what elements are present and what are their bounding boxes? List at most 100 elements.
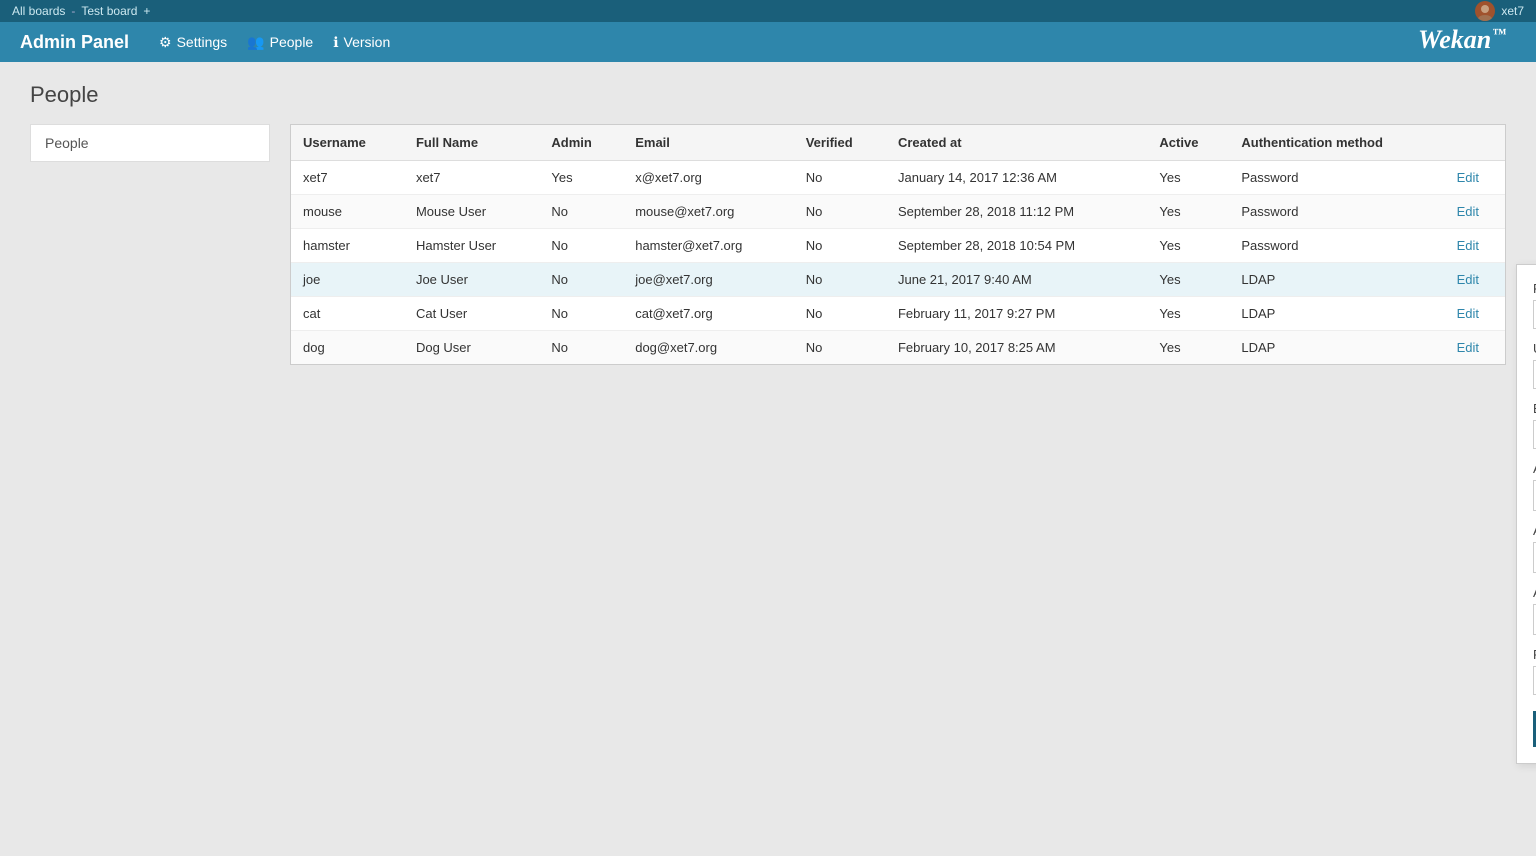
- edit-button[interactable]: Edit: [1457, 170, 1479, 185]
- add-board-icon[interactable]: +: [143, 4, 150, 18]
- nav-version-label: Version: [344, 34, 391, 50]
- table-row: cat Cat User No cat@xet7.org No February…: [291, 297, 1505, 331]
- cell-email: hamster@xet7.org: [623, 229, 794, 263]
- user-area: xet7: [1475, 1, 1524, 21]
- cell-fullname: Mouse User: [404, 195, 539, 229]
- col-created: Created at: [886, 125, 1147, 161]
- cell-auth: LDAP: [1229, 331, 1444, 365]
- cell-edit[interactable]: Edit: [1445, 263, 1505, 297]
- cell-edit[interactable]: Edit: [1445, 229, 1505, 263]
- svg-text:™: ™: [1492, 27, 1506, 42]
- cell-verified: No: [794, 263, 886, 297]
- settings-icon: ⚙: [159, 34, 172, 51]
- cell-created: February 10, 2017 8:25 AM: [886, 331, 1147, 365]
- col-email: Email: [623, 125, 794, 161]
- sidebar-item-people[interactable]: People: [30, 124, 270, 162]
- cell-active: Yes: [1147, 229, 1229, 263]
- cell-active: Yes: [1147, 161, 1229, 195]
- cell-email: dog@xet7.org: [623, 331, 794, 365]
- table-row: dog Dog User No dog@xet7.org No February…: [291, 331, 1505, 365]
- cell-fullname: Joe User: [404, 263, 539, 297]
- col-auth: Authentication method: [1229, 125, 1444, 161]
- cell-admin: Yes: [539, 161, 623, 195]
- header-nav: ⚙ Settings 👥 People ℹ Version: [159, 34, 390, 51]
- cell-active: Yes: [1147, 195, 1229, 229]
- cell-username: hamster: [291, 229, 404, 263]
- table-wrapper: Username Full Name Admin Email Verified …: [290, 124, 1506, 365]
- cell-verified: No: [794, 195, 886, 229]
- cell-username: xet7: [291, 161, 404, 195]
- nav-settings[interactable]: ⚙ Settings: [159, 34, 227, 51]
- cell-verified: No: [794, 297, 886, 331]
- cell-auth: LDAP: [1229, 263, 1444, 297]
- version-icon: ℹ: [333, 34, 338, 51]
- people-nav-icon: 👥: [247, 34, 264, 51]
- cell-admin: No: [539, 263, 623, 297]
- page-title: People: [30, 82, 1506, 108]
- separator: -: [71, 4, 75, 18]
- cell-created: September 28, 2018 10:54 PM: [886, 229, 1147, 263]
- cell-edit[interactable]: Edit: [1445, 331, 1505, 365]
- cell-admin: No: [539, 195, 623, 229]
- edit-button[interactable]: Edit: [1457, 306, 1479, 321]
- table-row: xet7 xet7 Yes x@xet7.org No January 14, …: [291, 161, 1505, 195]
- page-content: People People Username Full Name Admin E…: [0, 62, 1536, 385]
- cell-verified: No: [794, 229, 886, 263]
- cell-fullname: Hamster User: [404, 229, 539, 263]
- col-fullname: Full Name: [404, 125, 539, 161]
- cell-email: x@xet7.org: [623, 161, 794, 195]
- cell-admin: No: [539, 297, 623, 331]
- cell-username: mouse: [291, 195, 404, 229]
- cell-auth: Password: [1229, 161, 1444, 195]
- header: All boards - Test board + xet7 Admin Pan…: [0, 0, 1536, 62]
- cell-username: dog: [291, 331, 404, 365]
- sidebar: People: [30, 124, 270, 365]
- edit-button[interactable]: Edit: [1457, 238, 1479, 253]
- cell-fullname: xet7: [404, 161, 539, 195]
- app-logo: Wekan ™: [1416, 20, 1516, 64]
- users-table: Username Full Name Admin Email Verified …: [291, 125, 1505, 364]
- col-username: Username: [291, 125, 404, 161]
- avatar: [1475, 1, 1495, 21]
- cell-auth: Password: [1229, 229, 1444, 263]
- cell-auth: LDAP: [1229, 297, 1444, 331]
- col-active: Active: [1147, 125, 1229, 161]
- col-admin: Admin: [539, 125, 623, 161]
- table-area: Username Full Name Admin Email Verified …: [290, 124, 1506, 365]
- top-bar: All boards - Test board + xet7: [0, 0, 1536, 22]
- edit-button[interactable]: Edit: [1457, 272, 1479, 287]
- cell-username: cat: [291, 297, 404, 331]
- admin-panel-title: Admin Panel: [20, 32, 129, 53]
- table-row: hamster Hamster User No hamster@xet7.org…: [291, 229, 1505, 263]
- table-row: joe Joe User No joe@xet7.org No June 21,…: [291, 263, 1505, 297]
- cell-edit[interactable]: Edit: [1445, 161, 1505, 195]
- cell-edit[interactable]: Edit: [1445, 297, 1505, 331]
- cell-auth: Password: [1229, 195, 1444, 229]
- edit-button[interactable]: Edit: [1457, 204, 1479, 219]
- header-main: Admin Panel ⚙ Settings 👥 People ℹ Versio…: [20, 20, 1516, 64]
- cell-fullname: Cat User: [404, 297, 539, 331]
- nav-people[interactable]: 👥 People: [247, 34, 313, 51]
- main-layout: People Username Full Name Admin Email Ve…: [30, 124, 1506, 365]
- edit-panel: Full Name Username Email Admin NoYes Act…: [1516, 264, 1536, 764]
- cell-verified: No: [794, 331, 886, 365]
- cell-email: mouse@xet7.org: [623, 195, 794, 229]
- nav-version[interactable]: ℹ Version: [333, 34, 390, 51]
- cell-admin: No: [539, 331, 623, 365]
- cell-created: September 28, 2018 11:12 PM: [886, 195, 1147, 229]
- cell-edit[interactable]: Edit: [1445, 195, 1505, 229]
- cell-email: cat@xet7.org: [623, 297, 794, 331]
- cell-active: Yes: [1147, 297, 1229, 331]
- cell-created: January 14, 2017 12:36 AM: [886, 161, 1147, 195]
- cell-username: joe: [291, 263, 404, 297]
- cell-created: June 21, 2017 9:40 AM: [886, 263, 1147, 297]
- cell-created: February 11, 2017 9:27 PM: [886, 297, 1147, 331]
- cell-active: Yes: [1147, 331, 1229, 365]
- table-row: mouse Mouse User No mouse@xet7.org No Se…: [291, 195, 1505, 229]
- edit-button[interactable]: Edit: [1457, 340, 1479, 355]
- all-boards-link[interactable]: All boards: [12, 4, 65, 18]
- username-display: xet7: [1501, 4, 1524, 18]
- board-name[interactable]: Test board: [81, 4, 137, 18]
- cell-admin: No: [539, 229, 623, 263]
- svg-text:Wekan: Wekan: [1418, 25, 1491, 54]
